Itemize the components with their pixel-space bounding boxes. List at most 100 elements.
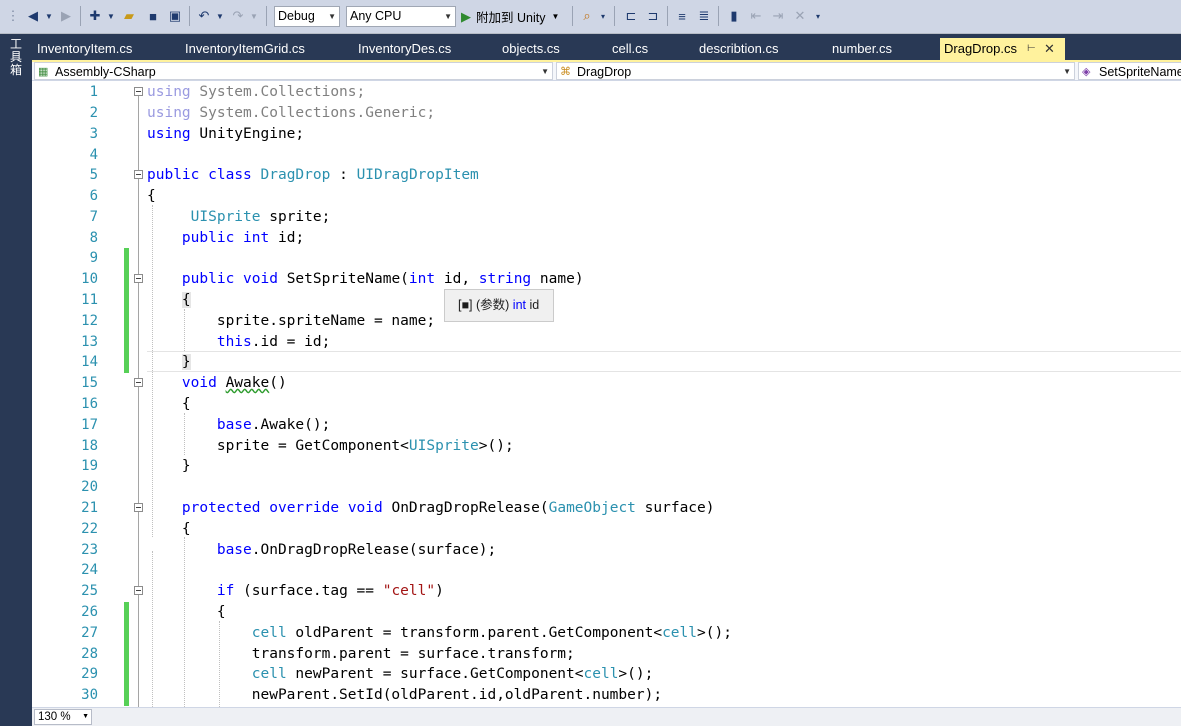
code-line: 23 base.OnDragDropRelease(surface); xyxy=(32,540,1181,561)
comment-icon[interactable]: ⊏ xyxy=(622,6,640,26)
tab-inventoryitem[interactable]: InventoryItem.cs xyxy=(37,38,132,60)
tab-objects[interactable]: objects.cs xyxy=(502,38,560,60)
platform-select[interactable]: Any CPU ▼ xyxy=(346,6,456,27)
attach-label: 附加到 Unity xyxy=(476,11,546,25)
config-select[interactable]: Debug ▼ xyxy=(274,6,340,27)
change-marker xyxy=(124,623,129,644)
clear-bookmark-icon[interactable]: ✕ xyxy=(791,6,809,26)
document-tabs: InventoryItem.cs InventoryItemGrid.cs In… xyxy=(32,38,1181,60)
fold-toggle[interactable] xyxy=(134,378,143,387)
quickinfo-tooltip: [■] (参数) int id xyxy=(444,289,554,322)
change-marker xyxy=(124,311,129,332)
prev-bookmark-icon[interactable]: ⇤ xyxy=(747,6,765,26)
line-number: 22 xyxy=(81,521,98,537)
back-dropdown-icon[interactable]: ▼ xyxy=(44,6,54,26)
member-dropdown[interactable]: ◈ SetSpriteName xyxy=(1078,62,1181,80)
code-line: 15 void Awake() xyxy=(32,373,1181,394)
code-line: 17 base.Awake(); xyxy=(32,415,1181,436)
project-value: Assembly-CSharp xyxy=(55,65,156,79)
uncomment-icon[interactable]: ⊐ xyxy=(644,6,662,26)
bookmark-icon[interactable]: ▮ xyxy=(725,6,743,26)
line-number: 19 xyxy=(81,458,98,474)
indent-icon[interactable]: ≡ xyxy=(673,6,691,26)
line-number: 24 xyxy=(81,562,98,578)
undo-dropdown-icon[interactable]: ▼ xyxy=(215,6,225,26)
toolbar-overflow-icon[interactable]: ▾ xyxy=(813,6,823,26)
tooltip-name: id xyxy=(529,298,540,312)
tab-inventorydes[interactable]: InventoryDes.cs xyxy=(358,38,451,60)
code-editor[interactable]: 1 using System.Collections; 2 using Syst… xyxy=(32,81,1181,707)
code-text: cell oldParent = transform.parent.GetCom… xyxy=(251,625,732,641)
line-number: 25 xyxy=(81,583,98,599)
line-number: 18 xyxy=(81,438,98,454)
line-number: 12 xyxy=(81,313,98,329)
side-panel-strip xyxy=(0,34,32,726)
code-text: using UnityEngine; xyxy=(147,126,305,142)
new-project-icon[interactable]: ✚ xyxy=(86,6,104,26)
tab-describtion[interactable]: describtion.cs xyxy=(699,38,778,60)
code-text: { xyxy=(147,188,156,204)
code-text: if (surface.tag == "cell") xyxy=(216,583,444,599)
tab-cell[interactable]: cell.cs xyxy=(612,38,648,60)
tab-number[interactable]: number.cs xyxy=(832,38,892,60)
back-icon[interactable]: ◀ xyxy=(24,6,42,26)
fold-toggle[interactable] xyxy=(134,87,143,96)
code-line: 4 xyxy=(32,145,1181,166)
line-number: 6 xyxy=(89,188,98,204)
save-all-icon[interactable]: ▣ xyxy=(166,6,184,26)
config-value: Debug xyxy=(278,9,315,23)
change-marker xyxy=(124,332,129,353)
line-number: 26 xyxy=(81,604,98,620)
close-icon[interactable]: ✕ xyxy=(1044,38,1055,60)
undo-icon[interactable]: ↶ xyxy=(195,6,213,26)
tab-dragdrop-label: DragDrop.cs xyxy=(944,41,1017,56)
project-dropdown[interactable]: ▦ Assembly-CSharp ▼ xyxy=(34,62,553,80)
open-icon[interactable]: ▰ xyxy=(120,6,138,26)
attach-button[interactable]: ▶ 附加到 Unity ▼ xyxy=(461,6,559,27)
fold-toggle[interactable] xyxy=(134,170,143,179)
change-marker xyxy=(124,269,129,290)
code-line: 6 { xyxy=(32,186,1181,207)
zoom-value: 130 % xyxy=(38,711,71,723)
toolbox-tab[interactable]: 工具箱 xyxy=(9,38,23,77)
pin-icon[interactable]: ⊢ xyxy=(1027,38,1036,60)
tab-inventoryitemgrid[interactable]: InventoryItemGrid.cs xyxy=(185,38,305,60)
line-number: 17 xyxy=(81,417,98,433)
line-number: 21 xyxy=(81,500,98,516)
code-line: 8 public int id; xyxy=(32,228,1181,249)
code-line: 11 { xyxy=(32,290,1181,311)
member-value: SetSpriteName xyxy=(1099,65,1181,79)
forward-icon[interactable]: ▶ xyxy=(58,6,74,26)
overflow-dropdown-icon[interactable]: ▾ xyxy=(598,6,608,26)
navigation-bar: ▦ Assembly-CSharp ▼ ⌘ DragDrop ▼ ◈ SetSp… xyxy=(32,62,1181,81)
redo-icon[interactable]: ↷ xyxy=(229,6,247,26)
code-line: 13 this.id = id; xyxy=(32,332,1181,353)
tab-dragdrop[interactable]: DragDrop.cs ⊢ ✕ xyxy=(940,38,1065,60)
fold-toggle[interactable] xyxy=(134,274,143,283)
code-line: 19 } xyxy=(32,456,1181,477)
zoom-select[interactable]: 130 % ▼ xyxy=(34,709,92,725)
code-text: using System.Collections.Generic; xyxy=(147,105,436,121)
line-number: 28 xyxy=(81,646,98,662)
code-text: using System.Collections; xyxy=(147,84,366,100)
fold-toggle[interactable] xyxy=(134,503,143,512)
fold-toggle[interactable] xyxy=(134,586,143,595)
find-icon[interactable]: ⌕ xyxy=(578,6,596,26)
redo-dropdown-icon[interactable]: ▼ xyxy=(249,6,259,26)
outdent-icon[interactable]: ≣ xyxy=(695,6,713,26)
code-line: 22 { xyxy=(32,519,1181,540)
save-icon[interactable]: ■ xyxy=(144,6,162,26)
line-number: 27 xyxy=(81,625,98,641)
change-marker xyxy=(124,664,129,685)
attach-dropdown-icon[interactable]: ▼ xyxy=(551,12,559,21)
line-number: 1 xyxy=(89,84,98,100)
line-number: 4 xyxy=(89,147,98,163)
type-dropdown[interactable]: ⌘ DragDrop ▼ xyxy=(556,62,1075,80)
toolbar: ⋮ ◀ ▼ ▶ ✚ ▼ ▰ ■ ▣ ↶ ▼ ↷ ▼ Debug ▼ Any CP… xyxy=(0,0,1181,34)
code-text: this.id = id; xyxy=(216,334,331,350)
parameter-icon: [■] xyxy=(458,298,473,312)
project-icon: ▦ xyxy=(38,66,49,78)
line-number: 3 xyxy=(89,126,98,142)
new-dropdown-icon[interactable]: ▼ xyxy=(106,6,116,26)
next-bookmark-icon[interactable]: ⇥ xyxy=(769,6,787,26)
